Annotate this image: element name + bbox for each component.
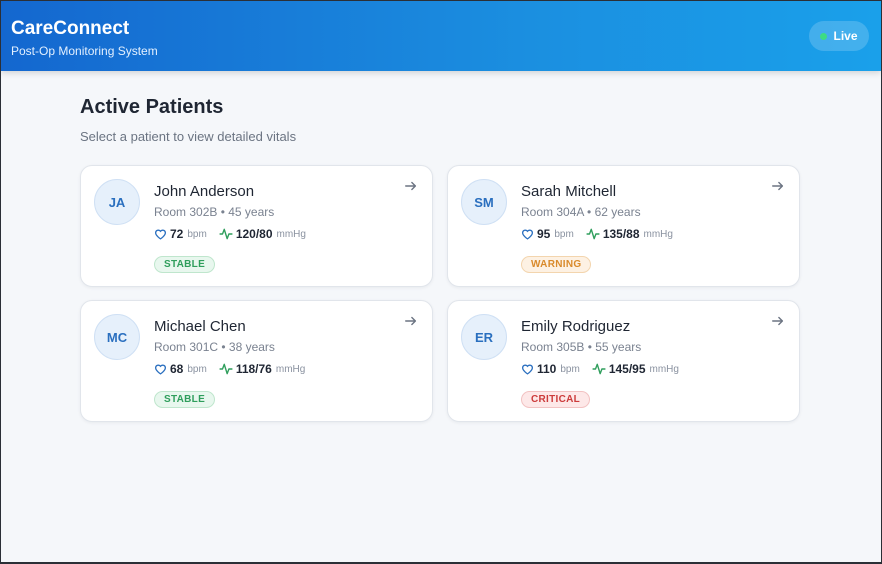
patient-meta: Room 304A • 62 years: [521, 205, 641, 219]
heart-rate-unit: bpm: [187, 228, 207, 240]
blood-pressure-value: 145/95: [608, 362, 646, 376]
status-badge: STABLE: [154, 256, 216, 273]
arrow-right-icon[interactable]: [404, 314, 418, 328]
heart-icon: [154, 364, 167, 375]
arrow-right-icon[interactable]: [771, 314, 785, 328]
vitals-row: 72 bpm 120/80 mmHg: [154, 227, 306, 241]
heart-rate-unit: bpm: [554, 228, 574, 240]
patient-card-sarah-mitchell[interactable]: SM Sarah Mitchell Room 304A • 62 years 9…: [447, 165, 800, 287]
blood-pressure-value: 118/76: [235, 362, 272, 376]
avatar: SM: [461, 179, 507, 225]
avatar: ER: [461, 314, 507, 360]
app-window: CareConnect Post-Op Monitoring System Li…: [1, 1, 881, 562]
patient-name: Sarah Mitchell: [521, 183, 617, 200]
blood-pressure-value: 135/88: [602, 227, 640, 241]
vitals-row: 95 bpm 135/88 mmHg: [521, 227, 673, 241]
heart-rate-value: 72: [170, 227, 184, 241]
blood-pressure-value: 120/80: [235, 227, 273, 241]
status-badge: WARNING: [521, 256, 592, 273]
patient-meta: Room 305B • 55 years: [521, 340, 642, 354]
heart-rate-unit: bpm: [187, 363, 207, 375]
blood-pressure-unit: mmHg: [275, 363, 306, 375]
patient-name: Michael Chen: [154, 318, 246, 335]
blood-pressure-unit: mmHg: [276, 228, 306, 240]
app-title: CareConnect: [11, 18, 130, 39]
live-dot-icon: [820, 32, 828, 40]
live-label: Live: [833, 29, 858, 43]
activity-icon: [219, 228, 233, 240]
patient-meta: Room 302B • 45 years: [154, 205, 275, 219]
activity-icon: [586, 228, 600, 240]
blood-pressure-unit: mmHg: [649, 363, 679, 375]
status-badge: CRITICAL: [521, 391, 591, 408]
heart-icon: [154, 229, 167, 240]
avatar: JA: [94, 179, 140, 225]
page-subtitle: Select a patient to view detailed vitals: [80, 129, 297, 144]
heart-rate-value: 110: [537, 362, 557, 376]
arrow-right-icon[interactable]: [404, 179, 418, 193]
live-indicator[interactable]: Live: [809, 21, 869, 51]
heart-rate-value: 68: [170, 362, 184, 376]
patient-meta: Room 301C • 38 years: [154, 340, 275, 354]
patient-card-michael-chen[interactable]: MC Michael Chen Room 301C • 38 years 68 …: [80, 300, 433, 422]
arrow-right-icon[interactable]: [771, 179, 785, 193]
app-header: CareConnect Post-Op Monitoring System Li…: [1, 1, 881, 71]
heart-rate-value: 95: [537, 227, 551, 241]
heart-rate-unit: bpm: [560, 363, 580, 375]
patient-name: Emily Rodriguez: [521, 318, 631, 335]
activity-icon: [592, 363, 606, 375]
app-subtitle: Post-Op Monitoring System: [11, 44, 158, 58]
activity-icon: [219, 363, 233, 375]
blood-pressure-unit: mmHg: [643, 228, 673, 240]
status-badge: STABLE: [154, 391, 216, 408]
vitals-row: 110 bpm 145/95 mmHg: [521, 362, 679, 376]
page-title: Active Patients: [80, 96, 224, 118]
avatar: MC: [94, 314, 140, 360]
vitals-row: 68 bpm 118/76 mmHg: [154, 362, 305, 376]
patient-card-emily-rodriguez[interactable]: ER Emily Rodriguez Room 305B • 55 years …: [447, 300, 800, 422]
patient-card-john-anderson[interactable]: JA John Anderson Room 302B • 45 years 72…: [80, 165, 433, 287]
heart-icon: [521, 364, 534, 375]
patient-name: John Anderson: [154, 183, 255, 200]
heart-icon: [521, 229, 534, 240]
